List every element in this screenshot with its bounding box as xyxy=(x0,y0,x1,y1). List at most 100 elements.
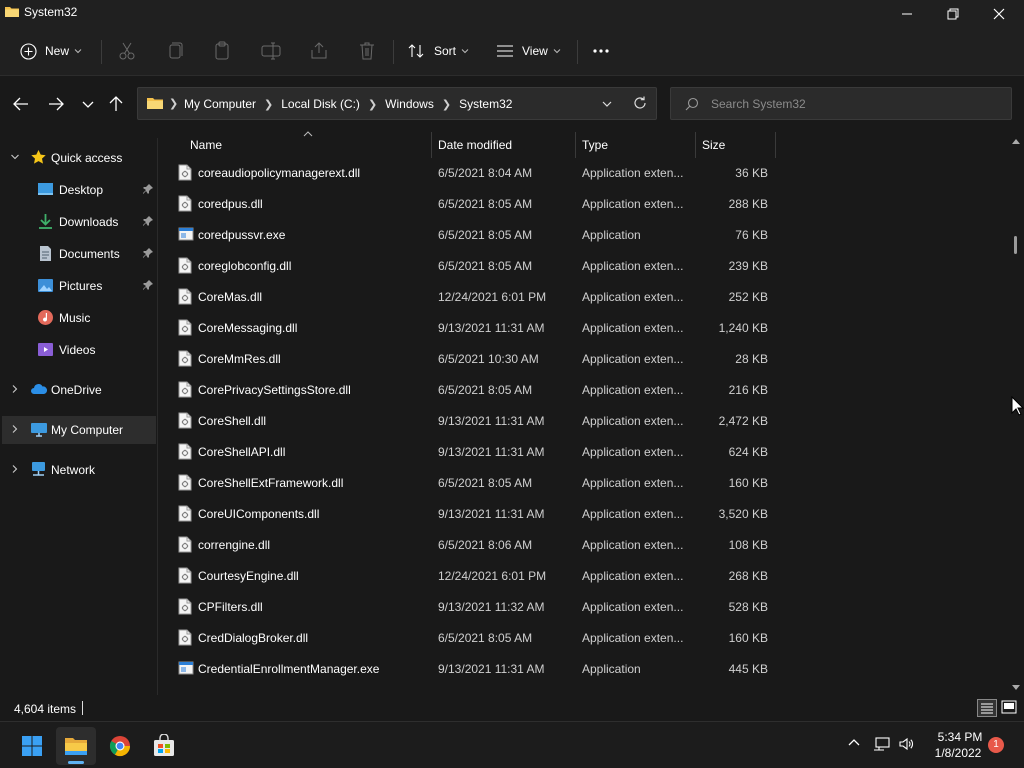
search-input[interactable]: Search System32 xyxy=(711,97,806,111)
large-icons-view-button[interactable] xyxy=(1000,699,1020,717)
delete-icon[interactable] xyxy=(356,40,378,62)
file-row[interactable]: CredDialogBroker.dll 6/5/2021 8:05 AM Appl… xyxy=(160,623,1008,654)
file-row[interactable]: CPFilters.dll 9/13/2021 11:32 AM Applicati… xyxy=(160,592,1008,623)
chevron-right-icon[interactable] xyxy=(10,464,20,474)
network-status-icon[interactable] xyxy=(873,736,891,752)
file-row[interactable]: CoreShellExtFramework.dll 6/5/2021 8:05 A… xyxy=(160,468,1008,499)
view-button[interactable]: View xyxy=(496,38,561,64)
more-options-button[interactable] xyxy=(592,38,610,64)
file-row[interactable]: coredpussvr.exe 6/5/2021 8:05 AM Applicati… xyxy=(160,220,1008,251)
taskbar-store[interactable] xyxy=(144,727,184,765)
scroll-up-icon[interactable] xyxy=(1011,137,1021,145)
sidebar-item-downloads[interactable]: Downloads xyxy=(2,208,156,236)
file-row[interactable]: coreglobconfig.dll 6/5/2021 8:05 AM Applic… xyxy=(160,251,1008,282)
sidebar-item-music[interactable]: Music xyxy=(2,304,156,332)
details-view-button[interactable] xyxy=(977,699,997,717)
taskbar-file-explorer[interactable] xyxy=(56,727,96,765)
file-icon-wrapper xyxy=(178,443,192,463)
pin-icon[interactable] xyxy=(142,215,154,227)
column-header-date[interactable]: Date modified xyxy=(432,130,576,158)
sidebar-item-pictures[interactable]: Pictures xyxy=(2,272,156,300)
file-type: Application exten... xyxy=(582,166,684,180)
sort-button[interactable]: Sort xyxy=(408,38,469,64)
scroll-down-icon[interactable] xyxy=(1011,684,1021,692)
crumb-local-disk[interactable]: Local Disk (C:) xyxy=(281,97,360,111)
file-row[interactable]: CoreShellAPI.dll 9/13/2021 11:31 AM Applic… xyxy=(160,437,1008,468)
file-name: coredpus.dll xyxy=(198,197,263,211)
copy-icon[interactable] xyxy=(164,40,186,62)
volume-icon[interactable] xyxy=(898,736,914,752)
column-header-size[interactable]: Size xyxy=(696,130,776,158)
refresh-icon[interactable] xyxy=(632,95,648,111)
pin-icon[interactable] xyxy=(142,247,154,259)
file-size: 108 KB xyxy=(728,538,768,552)
file-row[interactable]: CorePrivacySettingsStore.dll 6/5/2021 8:0… xyxy=(160,375,1008,406)
up-arrow-icon[interactable] xyxy=(105,93,127,115)
sort-icon xyxy=(408,44,424,58)
file-row[interactable]: CoreUIComponents.dll 9/13/2021 11:31 AM Ap… xyxy=(160,499,1008,530)
file-row[interactable]: CoreMas.dll 12/24/2021 6:01 PM Application… xyxy=(160,282,1008,313)
scroll-thumb[interactable] xyxy=(1014,236,1017,254)
file-row[interactable]: CredentialEnrollmentManager.exe 9/13/2021… xyxy=(160,654,1008,685)
recent-locations-chevron-icon[interactable] xyxy=(77,93,99,115)
rename-icon[interactable] xyxy=(260,40,282,62)
file-row[interactable]: coreaudiopolicymanagerext.dll 6/5/2021 8:… xyxy=(160,158,1008,189)
file-size: 76 KB xyxy=(735,228,768,242)
file-row[interactable]: correngine.dll 6/5/2021 8:06 AM Applicatio… xyxy=(160,530,1008,561)
chevron-up-icon[interactable] xyxy=(847,736,861,750)
share-icon[interactable] xyxy=(308,40,330,62)
search-box[interactable]: Search System32 xyxy=(670,87,1012,120)
pin-icon[interactable] xyxy=(142,183,154,195)
notification-badge[interactable]: 1 xyxy=(988,737,1004,753)
file-row[interactable]: CoreMmRes.dll 6/5/2021 10:30 AM Applicatio… xyxy=(160,344,1008,375)
sidebar-item-documents[interactable]: Documents xyxy=(2,240,156,268)
chevron-right-icon[interactable] xyxy=(10,424,20,434)
download-icon xyxy=(39,214,52,229)
new-button[interactable]: New xyxy=(20,38,82,64)
address-bar[interactable]: ❯ My Computer ❯ Local Disk (C:) ❯ Window… xyxy=(137,87,657,120)
breadcrumb: My Computer ❯ Local Disk (C:) ❯ Windows … xyxy=(184,97,512,111)
file-name: CoreShell.dll xyxy=(198,414,267,428)
item-count: 4,604 items xyxy=(14,702,77,716)
sidebar-item-onedrive[interactable]: OneDrive xyxy=(2,376,156,404)
back-arrow-icon[interactable] xyxy=(10,93,32,115)
column-header-name[interactable]: Name xyxy=(160,130,432,158)
crumb-my-computer[interactable]: My Computer xyxy=(184,97,256,111)
file-name: coreaudiopolicymanagerext.dll xyxy=(198,166,361,180)
breadcrumb-separator: ❯ xyxy=(264,98,274,111)
paste-icon[interactable] xyxy=(212,40,234,62)
clock-time[interactable]: 5:34 PM xyxy=(934,730,986,744)
chevron-right-icon[interactable] xyxy=(10,384,20,394)
crumb-windows[interactable]: Windows xyxy=(385,97,434,111)
close-button[interactable] xyxy=(976,0,1022,28)
sidebar-item-quick-access[interactable]: Quick access xyxy=(2,144,156,172)
file-row[interactable]: CoreShell.dll 9/13/2021 11:31 AM Applicati… xyxy=(160,406,1008,437)
chevron-down-icon[interactable] xyxy=(10,152,20,162)
cut-icon[interactable] xyxy=(116,40,138,62)
chevron-down-icon[interactable] xyxy=(600,97,614,111)
sidebar-item-videos[interactable]: Videos xyxy=(2,336,156,364)
crumb-system32[interactable]: System32 xyxy=(459,97,512,111)
dll-file-icon xyxy=(178,629,192,646)
clock-date[interactable]: 1/8/2022 xyxy=(930,746,986,760)
restore-button[interactable] xyxy=(930,0,976,28)
sidebar-item-desktop[interactable]: Desktop xyxy=(2,176,156,204)
file-row[interactable]: CoreMessaging.dll 9/13/2021 11:31 AM Appli… xyxy=(160,313,1008,344)
file-type: Application exten... xyxy=(582,321,684,335)
music-icon xyxy=(38,310,53,325)
file-row[interactable]: coredpus.dll 6/5/2021 8:05 AM Application … xyxy=(160,189,1008,220)
column-header-type[interactable]: Type xyxy=(576,130,696,158)
file-icon-wrapper xyxy=(178,536,192,556)
file-date-modified: 6/5/2021 8:05 AM xyxy=(438,197,533,211)
sidebar-item-my-computer[interactable]: My Computer xyxy=(2,416,156,444)
minimize-button[interactable] xyxy=(884,0,930,28)
column-divider[interactable] xyxy=(775,132,776,158)
sidebar-item-network[interactable]: Network xyxy=(2,456,156,484)
pictures-icon xyxy=(38,279,53,292)
start-button[interactable] xyxy=(12,727,52,765)
taskbar-chrome[interactable] xyxy=(100,727,140,765)
forward-arrow-icon[interactable] xyxy=(45,93,67,115)
file-row[interactable]: CourtesyEngine.dll 12/24/2021 6:01 PM Appl… xyxy=(160,561,1008,592)
file-name: CoreMas.dll xyxy=(198,290,263,304)
pin-icon[interactable] xyxy=(142,279,154,291)
